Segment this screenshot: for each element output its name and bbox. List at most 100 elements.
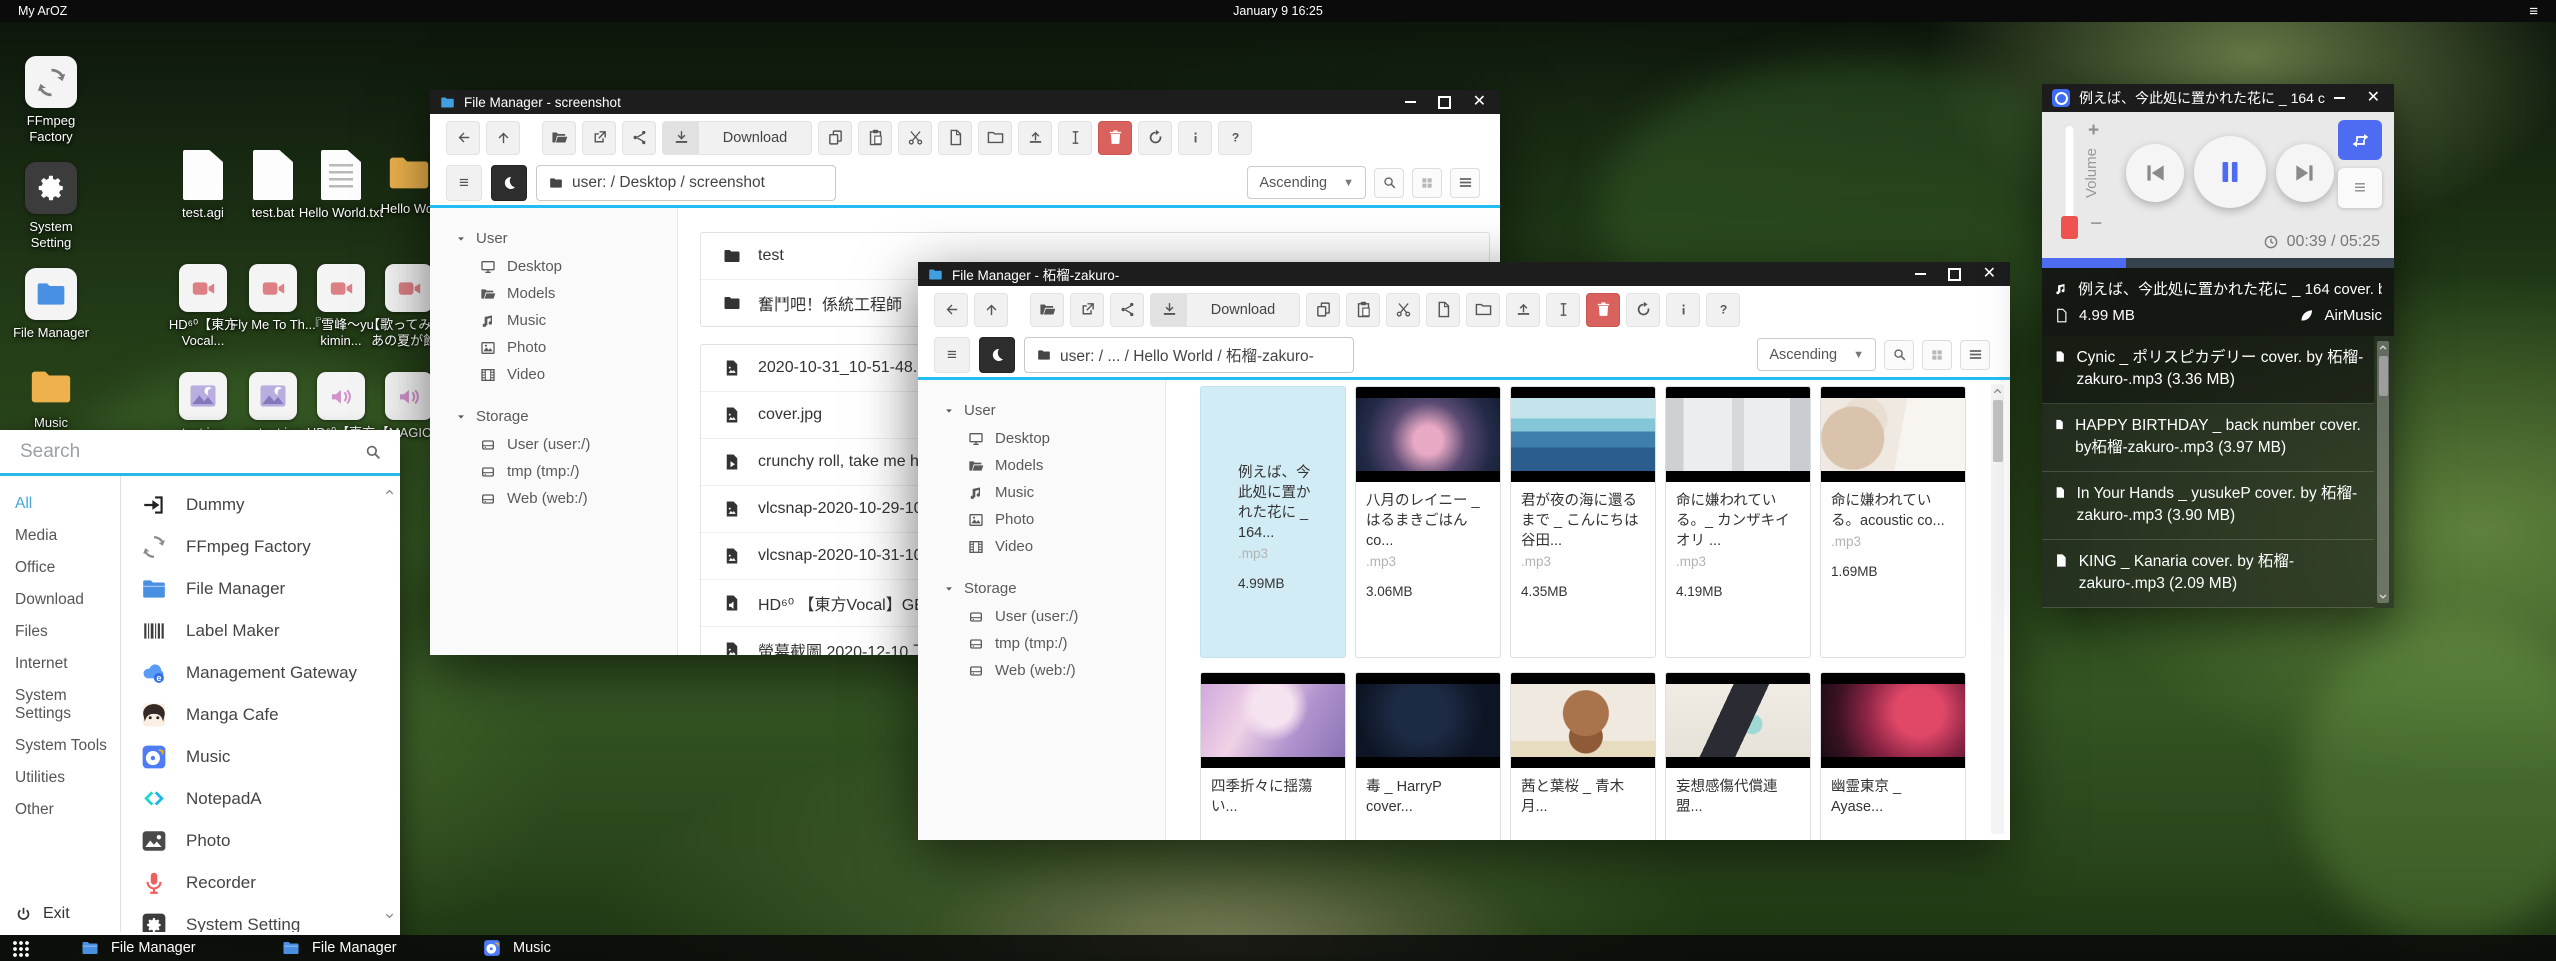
app-item-label-maker[interactable]: Label Maker — [121, 610, 400, 652]
pause-button[interactable] — [2194, 136, 2266, 208]
playlist-button[interactable]: ≡ — [2338, 168, 2382, 208]
volume-slider[interactable] — [2064, 124, 2075, 230]
grid-view-button[interactable] — [1412, 168, 1442, 198]
volume-slider-handle[interactable] — [2061, 216, 2078, 239]
scrollbar[interactable] — [1991, 384, 2004, 834]
scrollbar-thumb[interactable] — [2379, 356, 2388, 396]
category-media[interactable]: Media — [0, 520, 120, 552]
desktop-icon-music[interactable]: Music — [8, 364, 94, 431]
category-files[interactable]: Files — [0, 616, 120, 648]
sidebar-item-photo[interactable]: Photo — [430, 334, 677, 361]
scroll-down-icon[interactable] — [384, 911, 395, 922]
category-system-tools[interactable]: System Tools — [0, 730, 120, 762]
scrollbar[interactable] — [2377, 341, 2389, 603]
sidebar-item-tmp-tmp-[interactable]: tmp (tmp:/) — [430, 458, 677, 485]
progress-bar[interactable] — [2042, 258, 2394, 268]
search-button[interactable] — [1374, 168, 1404, 198]
category-other[interactable]: Other — [0, 794, 120, 826]
grid-file-card[interactable]: 君が夜の海に還るまで _ こんにちは谷田... .mp3 4.35MB — [1510, 386, 1656, 658]
playlist-item[interactable]: Cynic _ ポリスピカデリー cover. by 柘榴-zakuro-.mp… — [2042, 336, 2374, 404]
refresh-button[interactable] — [1138, 121, 1172, 155]
app-item-system-setting[interactable]: System Setting — [121, 904, 400, 932]
category-utilities[interactable]: Utilities — [0, 762, 120, 794]
close-button[interactable]: ✕ — [1473, 94, 1486, 110]
copy-button[interactable] — [818, 121, 852, 155]
share-button[interactable] — [622, 121, 656, 155]
new-folder-button[interactable] — [978, 121, 1012, 155]
desktop-icon-system-setting[interactable]: System Setting — [8, 162, 94, 252]
scroll-up-icon[interactable] — [2378, 342, 2388, 352]
sidebar-item-user-user-[interactable]: User (user:/) — [918, 603, 1165, 630]
sidebar-section-user[interactable]: User — [430, 224, 677, 253]
app-item-management-gateway[interactable]: eManagement Gateway — [121, 652, 400, 694]
up-button[interactable] — [486, 121, 520, 155]
taskbar-item-file-manager[interactable]: File Manager — [282, 939, 483, 957]
maximize-button[interactable] — [1438, 96, 1451, 109]
upload-button[interactable] — [1506, 293, 1540, 327]
info-button[interactable] — [1666, 293, 1700, 327]
open-folder-button[interactable] — [542, 121, 576, 155]
rename-button[interactable] — [1058, 121, 1092, 155]
next-track-button[interactable] — [2276, 144, 2334, 202]
trash-button[interactable] — [1586, 293, 1620, 327]
grid-file-card[interactable]: 妄想感傷代償連盟... — [1665, 672, 1811, 840]
category-office[interactable]: Office — [0, 552, 120, 584]
sidebar-item-web-web-[interactable]: Web (web:/) — [918, 657, 1165, 684]
app-item-ffmpeg-factory[interactable]: FFmpeg Factory — [121, 526, 400, 568]
close-button[interactable]: ✕ — [1983, 266, 1996, 282]
upload-button[interactable] — [1018, 121, 1052, 155]
new-folder-button[interactable] — [1466, 293, 1500, 327]
search-button[interactable] — [1884, 340, 1914, 370]
sidebar-item-music[interactable]: Music — [918, 479, 1165, 506]
new-file-button[interactable] — [938, 121, 972, 155]
sidebar-section-user[interactable]: User — [918, 396, 1165, 425]
playlist-item[interactable]: In Your Hands _ yusukeP cover. by 柘榴-zak… — [2042, 472, 2374, 540]
rename-button[interactable] — [1546, 293, 1580, 327]
category-all[interactable]: All — [0, 488, 120, 520]
window2-titlebar[interactable]: File Manager - 柘榴-zakuro- ✕ — [918, 262, 2010, 286]
close-button[interactable]: ✕ — [2367, 90, 2380, 106]
copy-button[interactable] — [1306, 293, 1340, 327]
grid-file-card[interactable]: 例えば、今此処に置かれた花に _ 164... .mp3 4.99MB — [1200, 386, 1346, 658]
app-item-notepada[interactable]: NotepadA — [121, 778, 400, 820]
cut-button[interactable] — [1386, 293, 1420, 327]
search-icon[interactable] — [364, 443, 382, 461]
sidebar-toggle-button[interactable]: ≡ — [934, 337, 970, 373]
sort-order-select[interactable]: Ascending▼ — [1247, 166, 1366, 199]
dark-mode-button[interactable] — [979, 337, 1015, 373]
playlist-item[interactable]: KING _ Kanaria cover. by 柘榴-zakuro-.mp3 … — [2042, 540, 2374, 608]
grid-file-card[interactable]: 命に嫌われている。_ カンザキイオリ ... .mp3 4.19MB — [1665, 386, 1811, 658]
up-button[interactable] — [974, 293, 1008, 327]
dark-mode-button[interactable] — [491, 165, 527, 201]
sidebar-item-video[interactable]: Video — [430, 361, 677, 388]
volume-up-label[interactable]: + — [2088, 120, 2099, 142]
desktop-icon-file-manager[interactable]: File Manager — [8, 268, 94, 341]
list-view-button[interactable] — [1960, 340, 1990, 370]
sidebar-item-video[interactable]: Video — [918, 533, 1165, 560]
external-link-button[interactable] — [1070, 293, 1104, 327]
sidebar-item-desktop[interactable]: Desktop — [918, 425, 1165, 452]
sidebar-item-photo[interactable]: Photo — [918, 506, 1165, 533]
download-button[interactable]: Download — [1150, 293, 1300, 327]
back-button[interactable] — [446, 121, 480, 155]
app-item-music[interactable]: Music — [121, 736, 400, 778]
cut-button[interactable] — [898, 121, 932, 155]
sidebar-item-user-user-[interactable]: User (user:/) — [430, 431, 677, 458]
topbar-hamburger-icon[interactable]: ≡ — [2529, 4, 2538, 19]
search-input[interactable] — [18, 440, 364, 464]
taskbar-item-music[interactable]: Music — [483, 939, 684, 957]
scroll-down-icon[interactable] — [2378, 592, 2388, 602]
help-button[interactable]: ? — [1706, 293, 1740, 327]
grid-view-button[interactable] — [1922, 340, 1952, 370]
category-internet[interactable]: Internet — [0, 648, 120, 680]
refresh-button[interactable] — [1626, 293, 1660, 327]
scrollbar[interactable] — [384, 486, 395, 922]
previous-track-button[interactable] — [2126, 144, 2184, 202]
player-titlebar[interactable]: 例えば、今此処に置かれた花に _ 164 c⋯ ✕ — [2042, 84, 2394, 112]
grid-file-card[interactable]: 四季折々に揺蕩い... — [1200, 672, 1346, 840]
grid-file-card[interactable]: 八月のレイニー _ はるまきごはん co... .mp3 3.06MB — [1355, 386, 1501, 658]
app-item-recorder[interactable]: Recorder — [121, 862, 400, 904]
scroll-up-icon[interactable] — [384, 486, 395, 497]
app-item-photo[interactable]: Photo — [121, 820, 400, 862]
category-download[interactable]: Download — [0, 584, 120, 616]
